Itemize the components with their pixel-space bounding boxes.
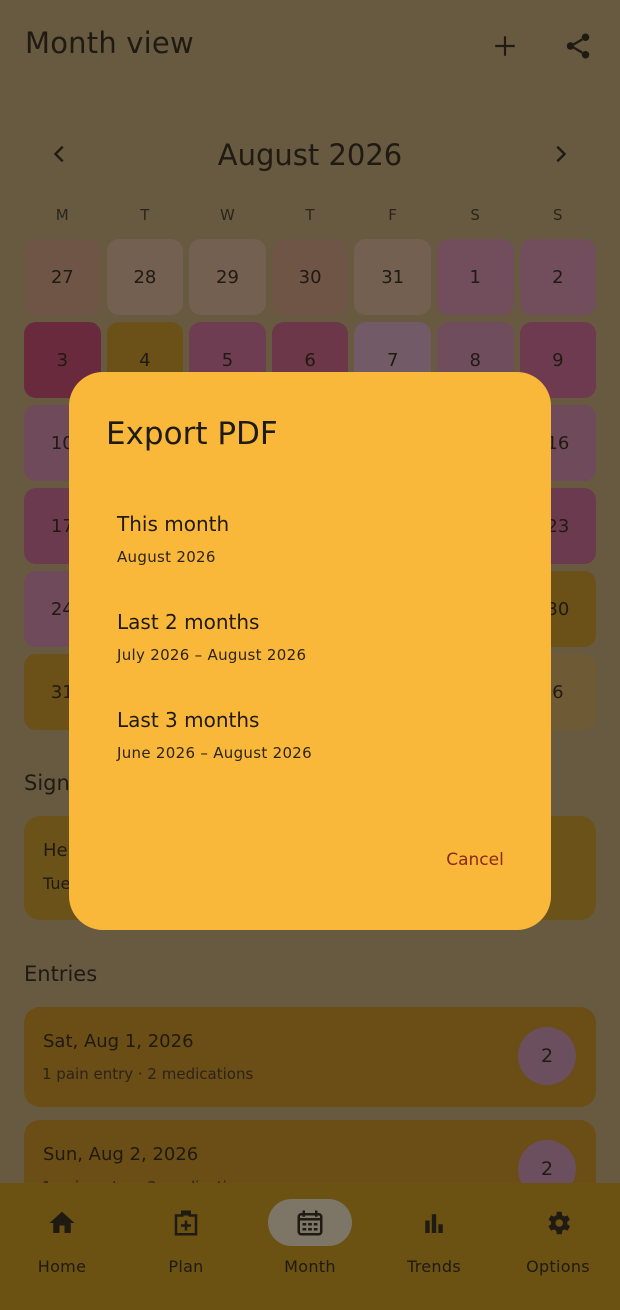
calendar-day-cell[interactable]: 1 — [436, 239, 514, 315]
page-title: Month view — [25, 26, 194, 60]
nav-item-month[interactable]: Month — [248, 1183, 372, 1310]
option-range: August 2026 — [117, 548, 216, 566]
chevron-right-icon — [556, 145, 567, 163]
weekday-label: W — [220, 206, 235, 224]
month-label: August 2026 — [217, 138, 403, 172]
nav-label: Month — [284, 1257, 336, 1276]
option-range: June 2026 – August 2026 — [117, 744, 312, 762]
nav-item-home[interactable]: Home — [0, 1183, 124, 1310]
option-title: Last 2 months — [117, 610, 260, 634]
weekday-label: T — [140, 206, 150, 224]
add-button[interactable] — [483, 24, 527, 68]
nav-label: Plan — [168, 1257, 204, 1276]
export-option-last-3-months[interactable]: Last 3 months June 2026 – August 2026 — [93, 700, 527, 782]
calendar-icon — [297, 1210, 323, 1235]
nav-label: Options — [526, 1257, 590, 1276]
entries-section-label: Entries — [24, 962, 98, 986]
medical-kit-icon — [174, 1210, 198, 1235]
nav-item-trends[interactable]: Trends — [372, 1183, 496, 1310]
nav-label: Trends — [407, 1257, 461, 1276]
share-button[interactable] — [556, 24, 600, 68]
weekday-label: S — [470, 206, 480, 224]
signal-title: He — [43, 840, 68, 861]
nav-indicator — [20, 1199, 104, 1246]
nav-label: Home — [37, 1257, 87, 1276]
calendar-day-cell[interactable]: 2 — [519, 239, 597, 315]
option-title: This month — [117, 512, 230, 536]
nav-item-options[interactable]: Options — [496, 1183, 620, 1310]
weekday-label: T — [305, 206, 315, 224]
bar-chart-icon — [425, 1213, 443, 1233]
plus-icon — [495, 36, 515, 56]
calendar-day-cell[interactable]: 27 — [24, 239, 101, 315]
cancel-button[interactable]: Cancel — [417, 840, 533, 880]
entry-date: Sun, Aug 2, 2026 — [43, 1144, 199, 1165]
entry-card[interactable]: Sat, Aug 1, 2026 1 pain entry · 2 medica… — [24, 1007, 596, 1107]
top-app-bar: Month view — [0, 0, 620, 92]
share-icon — [566, 33, 590, 59]
weekday-label: F — [388, 206, 397, 224]
export-option-last-2-months[interactable]: Last 2 months July 2026 – August 2026 — [93, 602, 527, 684]
signals-section-label: Sign — [24, 771, 70, 795]
gear-icon — [548, 1211, 570, 1234]
dialog-title: Export PDF — [106, 416, 278, 452]
nav-indicator — [516, 1199, 600, 1246]
entry-summary: 1 pain entry · 2 medications — [42, 1065, 254, 1083]
entry-date: Sat, Aug 1, 2026 — [43, 1031, 194, 1052]
export-option-this-month[interactable]: This month August 2026 — [93, 504, 527, 586]
export-pdf-dialog: Export PDF This month August 2026 Last 2… — [69, 372, 551, 930]
bottom-navigation: Home Plan Month Trends Options — [0, 1183, 620, 1310]
month-navigator: August 2026 — [0, 120, 620, 190]
weekday-header: M T W T F S S — [24, 206, 596, 224]
nav-item-plan[interactable]: Plan — [124, 1183, 248, 1310]
nav-indicator — [392, 1199, 476, 1246]
calendar-day-cell[interactable]: 29 — [189, 239, 266, 315]
calendar-day-cell[interactable]: 28 — [106, 239, 184, 315]
weekday-label: M — [55, 206, 69, 224]
nav-indicator — [144, 1199, 228, 1246]
home-icon — [49, 1211, 75, 1233]
option-title: Last 3 months — [117, 708, 260, 732]
next-month-button[interactable] — [540, 134, 580, 174]
option-range: July 2026 – August 2026 — [117, 646, 307, 664]
signal-subtitle: Tue — [43, 874, 71, 893]
month-view-screen: Month view August 2026 M T W T F S S 27 2… — [0, 0, 620, 1310]
weekday-label: S — [552, 206, 563, 224]
calendar-day-cell[interactable]: 30 — [271, 239, 349, 315]
entry-count-badge: 2 — [518, 1027, 576, 1085]
calendar-day-cell[interactable]: 31 — [354, 239, 431, 315]
nav-indicator-active — [268, 1199, 352, 1246]
